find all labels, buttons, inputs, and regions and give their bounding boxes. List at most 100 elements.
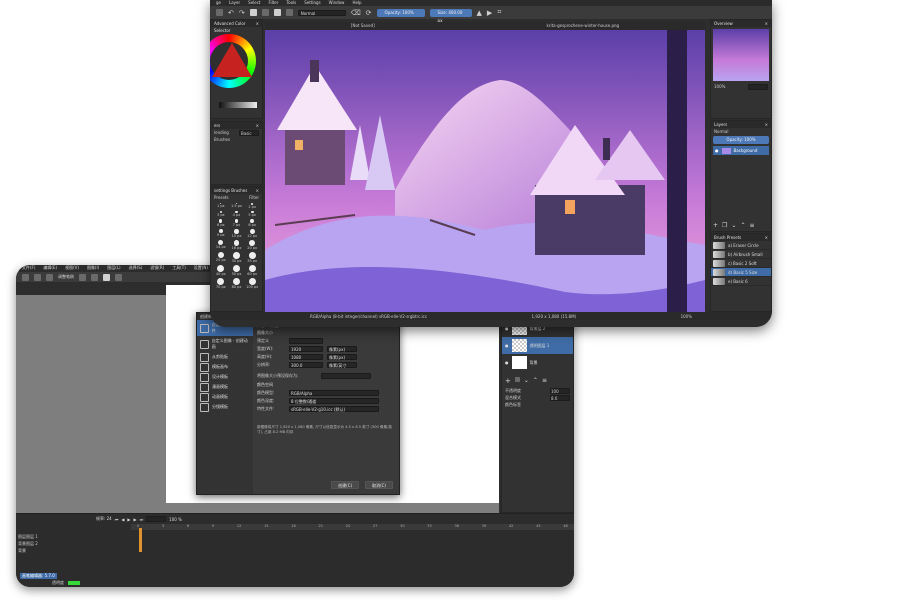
background-layer-row[interactable]: ● Background xyxy=(713,146,769,155)
back-layer-row[interactable]: ● 背景 xyxy=(502,354,573,371)
dialog-sidebar-item[interactable]: 设计模板 xyxy=(197,372,253,382)
new-file-icon[interactable] xyxy=(22,273,29,281)
menu-item[interactable]: 图层(L) xyxy=(107,265,120,271)
brush-size-preset[interactable]: 16 px xyxy=(230,240,244,250)
timeline-layer-row[interactable]: 背景 xyxy=(18,548,26,554)
eraser-icon[interactable]: ⌫ xyxy=(351,9,361,17)
pattern-icon[interactable] xyxy=(115,273,122,281)
menu-item[interactable]: 视图(V) xyxy=(65,265,79,271)
brush-preset-item[interactable]: a) Eraser Circle xyxy=(711,241,771,250)
brush-size-preset[interactable]: 4 px xyxy=(230,210,244,218)
eye-icon[interactable]: ● xyxy=(505,343,509,348)
timeline-ruler[interactable]: 0 3 6 9 12 15 18 21 24 27 30 33 36 39 42 45 48 xyxy=(131,524,574,530)
add-layer-icon[interactable]: + xyxy=(505,377,511,385)
close-icon[interactable]: × xyxy=(765,20,768,27)
menu-item[interactable]: 工具(T) xyxy=(172,265,186,271)
brush-size-preset[interactable]: 35 px xyxy=(245,251,259,263)
field-input[interactable]: 1080 xyxy=(289,354,323,360)
brush-size-preset[interactable]: 20 px xyxy=(245,240,259,250)
close-icon[interactable]: × xyxy=(765,121,768,128)
unit-select[interactable]: 像素(px) xyxy=(327,346,357,352)
dialog-sidebar-item[interactable]: 自定义图像 - 创建动画 xyxy=(197,336,253,352)
brush-size-preset[interactable]: 60 px xyxy=(245,264,259,276)
brush-size-preset[interactable]: 1.5 px xyxy=(230,203,244,209)
back-layer-row[interactable]: ● 透明图层 1 xyxy=(502,337,573,354)
crop-icon[interactable]: ⌗ xyxy=(497,8,501,17)
opacity-input[interactable]: 100 xyxy=(550,387,570,394)
layer-mode[interactable]: Normal xyxy=(714,129,728,134)
close-icon[interactable]: × xyxy=(256,187,259,194)
redo-icon[interactable]: ↷ xyxy=(239,9,245,17)
document-tab-unsaved[interactable]: [Not Saved] xyxy=(351,22,375,30)
redo-icon[interactable] xyxy=(91,273,98,281)
save-file-icon[interactable] xyxy=(46,273,53,281)
brush-preset-item[interactable]: d) Basic 5 Size xyxy=(711,268,771,277)
layer-options-icon[interactable]: ≡ xyxy=(749,222,754,229)
play-icon[interactable]: ▶ xyxy=(127,517,130,522)
brush-size-preset[interactable]: 50 px xyxy=(230,264,244,276)
brush-size-preset[interactable]: 40 px xyxy=(214,264,228,276)
zoom-status[interactable]: 100% xyxy=(681,314,692,319)
unit-select[interactable]: 像素(px) xyxy=(327,354,357,360)
unit-select[interactable]: 像素/英寸 xyxy=(327,362,357,368)
dialog-sidebar-item[interactable]: 动画模板 xyxy=(197,392,253,402)
duplicate-layer-icon[interactable] xyxy=(514,377,520,382)
undo-icon[interactable] xyxy=(79,273,86,281)
open-file-icon[interactable] xyxy=(34,273,41,281)
winter-house-artwork[interactable] xyxy=(265,30,705,312)
brush-size-preset[interactable]: 8 px xyxy=(245,219,259,227)
frame-input[interactable] xyxy=(146,516,167,522)
color-swap-icon[interactable] xyxy=(273,9,281,16)
timeline-layer-row[interactable]: 图层图层 1 xyxy=(18,534,38,540)
pattern-icon[interactable] xyxy=(261,9,269,16)
playhead[interactable] xyxy=(139,528,142,552)
blending-select[interactable]: Basic xyxy=(239,129,259,136)
color-select[interactable]: sRGB-elle-V2-g10.icc (默认) xyxy=(289,406,379,412)
layer-opacity-slider[interactable]: Opacity: 100% xyxy=(713,136,769,144)
copy-layer-icon[interactable]: ❐ xyxy=(722,222,727,229)
brush-size-preset[interactable]: 70 px xyxy=(214,277,228,289)
brush-size-preset[interactable]: 2 px xyxy=(245,203,259,209)
menu-item[interactable]: 设置(N) xyxy=(194,265,208,271)
dialog-sidebar-item[interactable]: 漫画模板 xyxy=(197,382,253,392)
close-icon[interactable]: × xyxy=(256,122,259,129)
canvas-area[interactable]: [Not Saved] krita-gesprochene-winter-hou… xyxy=(265,22,705,312)
brush-size-preset[interactable]: 1 px xyxy=(214,203,228,209)
menu-item[interactable]: 滤镜(R) xyxy=(150,265,164,271)
brush-size-preset[interactable]: 14 px xyxy=(214,240,228,250)
undo-icon[interactable]: ↶ xyxy=(228,9,234,17)
brush-size-preset[interactable]: 6 px xyxy=(214,219,228,227)
menu-item[interactable]: 编辑(E) xyxy=(43,265,57,271)
wrap-icon[interactable]: ▶ xyxy=(487,9,492,17)
move-up-icon[interactable]: ⌃ xyxy=(533,377,538,385)
prev-frame-icon[interactable]: ◀ xyxy=(121,517,124,522)
reload-icon[interactable]: ⟳ xyxy=(366,9,372,17)
color-select[interactable]: 8 位整数/通道 xyxy=(289,398,379,404)
menu-item[interactable]: 文件(F) xyxy=(22,265,35,271)
next-frame-icon[interactable]: ▶ xyxy=(133,517,136,522)
opacity-slider[interactable]: Opacity: 100% xyxy=(376,8,425,17)
mirror-icon[interactable]: ▲ xyxy=(477,9,482,17)
save-preset-input[interactable] xyxy=(321,373,371,379)
new-document-icon[interactable] xyxy=(216,9,223,16)
brush-size-preset[interactable]: 30 px xyxy=(230,251,244,263)
brush-size-preset[interactable]: 3 px xyxy=(214,210,228,218)
brush-size-preset[interactable]: 10 px xyxy=(230,229,244,238)
brush-size-preset[interactable]: 9 px xyxy=(214,229,228,238)
move-up-icon[interactable]: ⌃ xyxy=(740,222,745,229)
brush-size-preset[interactable]: 100 px xyxy=(245,277,259,289)
dialog-sidebar-item[interactable]: 模板画布 xyxy=(197,362,253,372)
brush-size-preset[interactable]: 12 px xyxy=(245,229,259,238)
dialog-sidebar-item[interactable]: 从剪贴板 xyxy=(197,352,253,362)
tab-presets[interactable]: Presets xyxy=(214,195,229,200)
dialog-sidebar-item[interactable]: 分镜模板 xyxy=(197,402,253,412)
field-input[interactable]: 1920 xyxy=(289,346,323,352)
brush-size-preset[interactable]: 7 px xyxy=(230,219,244,227)
move-down-icon[interactable]: ⌄ xyxy=(731,222,736,229)
color-select[interactable]: RGB/Alpha xyxy=(289,390,379,396)
eye-icon[interactable]: ● xyxy=(505,360,509,365)
gradient-icon[interactable] xyxy=(249,9,257,16)
create-button[interactable]: 创建(C) xyxy=(331,481,360,489)
brush-preset-item[interactable]: c) Basic 2 Soft xyxy=(711,259,771,268)
add-layer-icon[interactable]: + xyxy=(713,222,718,229)
